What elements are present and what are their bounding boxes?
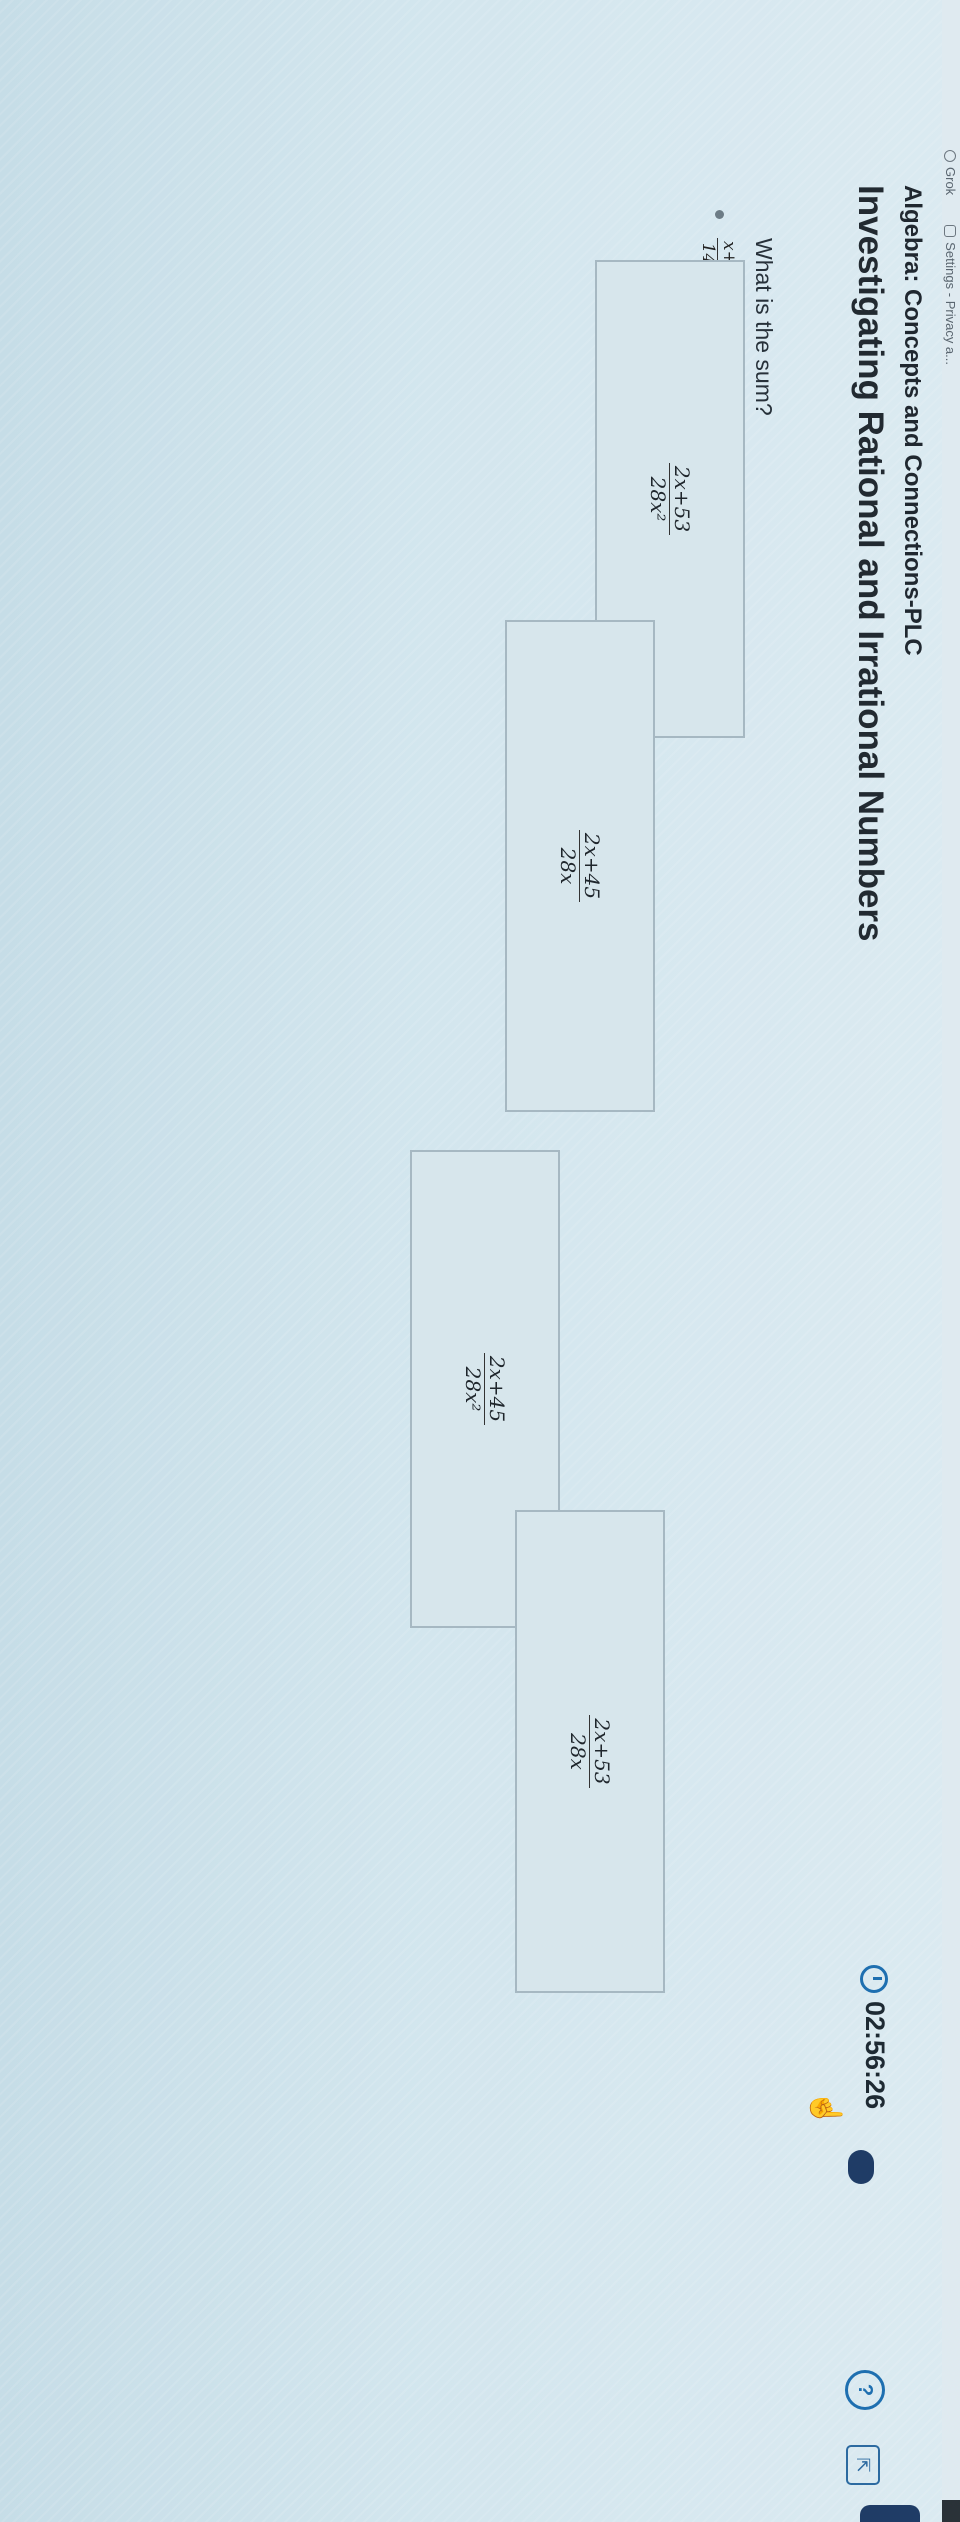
option-denominator: 28x [556, 847, 581, 885]
option-numerator: 2x+53 [669, 462, 695, 536]
radio-button-a[interactable] [715, 210, 724, 219]
bookmark-label: Grok [943, 167, 958, 196]
bookmark-settings[interactable]: Settings - Privacy a... [943, 225, 958, 365]
browser-bookmarks-bar: Grok Settings - Privacy a... [942, 0, 960, 2522]
grok-icon [944, 150, 957, 162]
side-panel-tab[interactable] [860, 2505, 920, 2522]
answer-option-d[interactable]: 2x+53 28x [515, 1510, 665, 1993]
option-numerator: 2x+45 [484, 1352, 510, 1426]
answer-option-b[interactable]: 2x+45 28x [505, 620, 655, 1112]
bookmark-grok[interactable]: Grok [943, 150, 958, 195]
option-denominator: 28x² [461, 1366, 486, 1412]
expand-icon[interactable]: ⇱ [846, 2445, 880, 2485]
flag-icon[interactable] [848, 2150, 874, 2184]
hand-cursor-icon: ☝ [809, 2090, 842, 2128]
window-corner [942, 2500, 960, 2522]
option-denominator: 28x [566, 1733, 591, 1770]
lesson-title: Investigating Rational and Irrational Nu… [851, 185, 890, 942]
option-numerator: 2x+45 [579, 829, 605, 903]
timer-value: 02:56:26 [860, 2001, 890, 2110]
course-title: Algebra: Concepts and Connections-PLC [899, 185, 926, 656]
lightbulb-icon[interactable]: ? [845, 2370, 885, 2410]
clock-icon [860, 1965, 889, 1993]
option-denominator: 28x² [646, 476, 671, 522]
gear-icon [944, 225, 957, 238]
page-rotated-content: Grok Settings - Privacy a... Algebra: Co… [0, 0, 960, 2522]
bookmark-label: Settings - Privacy a... [943, 242, 958, 365]
question-prompt: What is the sum? [751, 238, 777, 416]
timer: 02:56:26 [859, 1965, 890, 2109]
option-numerator: 2x+53 [589, 1715, 615, 1788]
